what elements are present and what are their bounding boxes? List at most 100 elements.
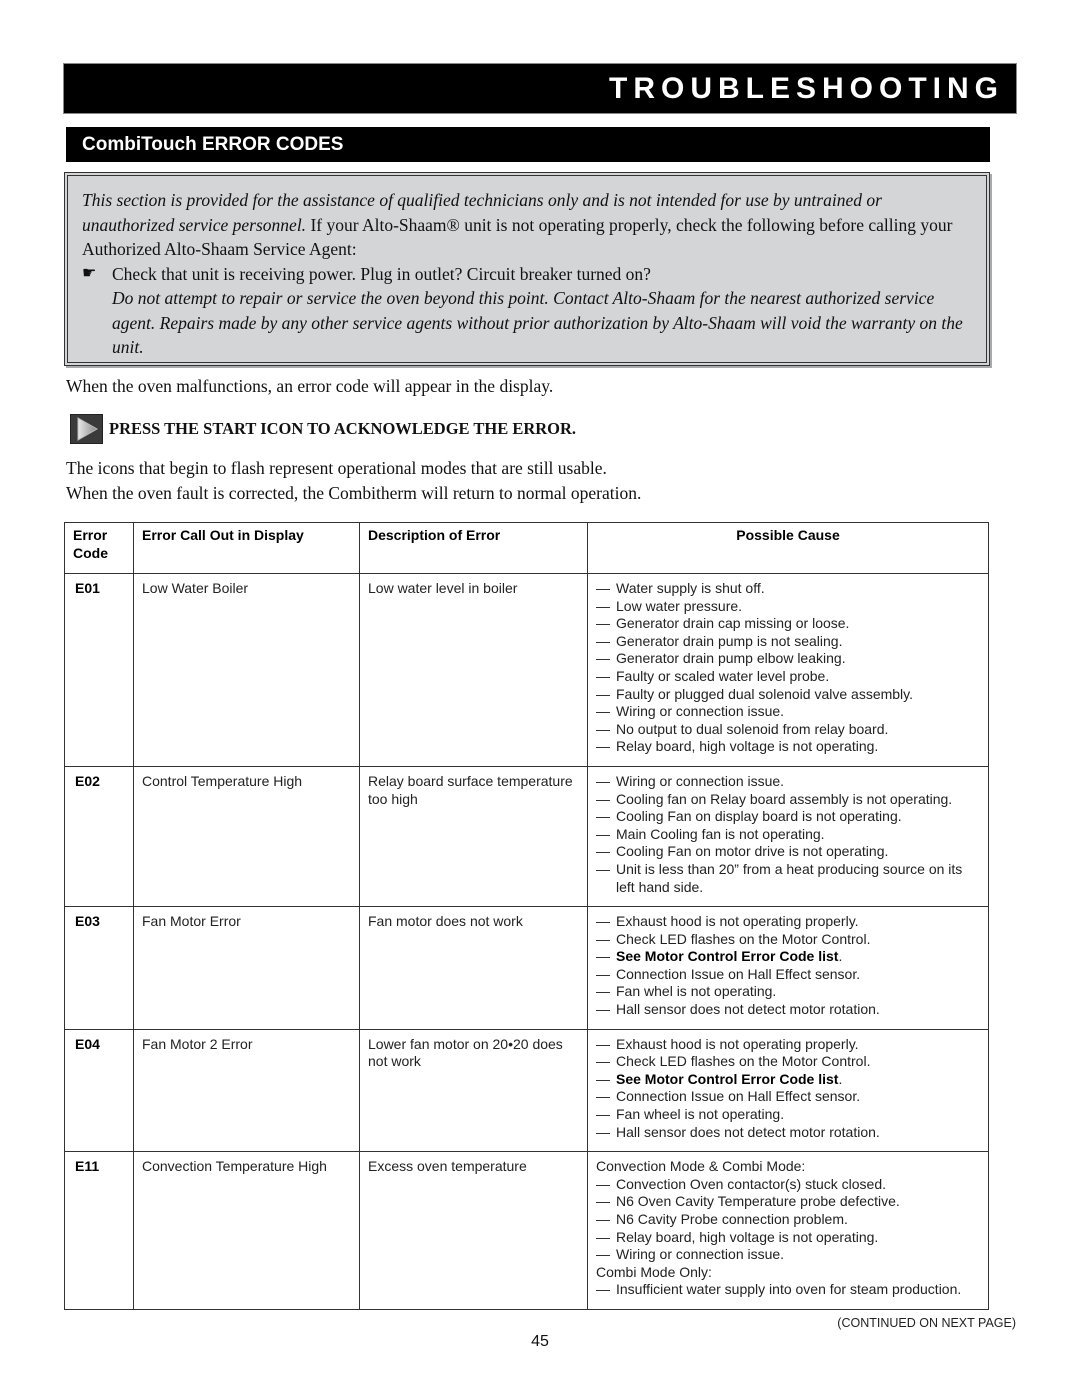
cause-item: — Relay board, high voltage is not operat… [596, 738, 980, 756]
reference-suffix: . [838, 948, 843, 965]
error-description: Excess oven temperature [359, 1151, 588, 1310]
cause-item: — Check LED flashes on the Motor Control. [596, 1053, 980, 1071]
em-dash-bullet: — [596, 808, 610, 825]
em-dash-bullet: — [596, 1053, 610, 1070]
cause-text: Water supply is shut off. [616, 580, 765, 596]
error-description: Relay board surface temperature too high [359, 765, 588, 908]
cause-heading: Combi Mode Only: [596, 1263, 712, 1280]
error-code: E11 [64, 1151, 134, 1310]
cause-item: — Check LED flashes on the Motor Control. [596, 931, 980, 949]
cause-text: Unit is less than 20” from a heat produc… [616, 860, 963, 895]
cause-item: — Connection Issue on Hall Effect sensor. [596, 966, 980, 984]
cause-text: Convection Oven contactor(s) stuck close… [616, 1175, 887, 1192]
cause-text: Generator drain pump is not sealing. [616, 632, 843, 649]
cause-text: Faulty or plugged dual solenoid valve as… [616, 685, 914, 702]
reference-suffix: . [838, 1070, 843, 1087]
error-code: E04 [64, 1028, 134, 1153]
em-dash-bullet: — [596, 983, 610, 1000]
error-codes-table: Error Code Error Call Out in Display Des… [64, 522, 989, 1310]
em-dash-bullet: — [596, 965, 610, 982]
em-dash-bullet: — [596, 1281, 610, 1298]
possible-causes: — Exhaust hood is not operating properly.… [587, 906, 989, 1030]
cause-item: — Water supply is shut off. [596, 580, 980, 598]
error-rows: E01 Low Water Boiler Low water level in bo… [64, 573, 989, 1310]
page-number: 45 [531, 1333, 549, 1350]
em-dash-bullet: — [596, 1175, 610, 1192]
em-dash-bullet: — [596, 1193, 610, 1210]
cause-reference: See Motor Control Error Code list. [616, 948, 842, 966]
table-row: E02 Control Temperature High Relay board s… [64, 765, 989, 908]
cause-text: N6 Cavity Probe connection problem. [616, 1211, 848, 1227]
header-possible-cause: Possible Cause [587, 522, 989, 574]
em-dash-bullet: — [596, 632, 610, 649]
table-row: E11 Convection Temperature High Excess ove… [64, 1151, 989, 1310]
header-error-code: Error Code [64, 522, 134, 574]
cause-item: — Wiring or connection issue. [596, 1246, 980, 1264]
em-dash-bullet: — [596, 597, 610, 614]
em-dash-bullet: — [596, 1123, 610, 1140]
em-dash-bullet: — [596, 615, 610, 632]
table-row: E01 Low Water Boiler Low water level in bo… [64, 573, 989, 767]
error-description: Lower fan motor on 20•20 does not work [359, 1028, 588, 1153]
cause-text: Cooling Fan on display board is not oper… [616, 808, 902, 825]
error-description: Low water level in boiler [359, 573, 588, 767]
header-error-callout: Error Call Out in Display [133, 522, 360, 574]
error-code: E02 [64, 765, 134, 908]
cause-item: — No output to dual solenoid from relay b… [596, 721, 980, 739]
em-dash-bullet: — [596, 790, 610, 807]
error-callout: Control Temperature High [133, 765, 360, 908]
cause-item: — N6 Oven Cavity Temperature probe defect… [596, 1193, 980, 1211]
em-dash-bullet: — [596, 825, 610, 842]
error-callout: Low Water Boiler [133, 573, 360, 767]
cause-heading: Convection Mode & Combi Mode: [596, 1158, 806, 1175]
cause-text: Connection Issue on Hall Effect sensor. [616, 965, 861, 982]
cause-text: Fan whel is not operating. [616, 983, 777, 1000]
em-dash-bullet: — [596, 720, 610, 737]
cause-text: Exhaust hood is not operating properly. [616, 1035, 859, 1052]
cause-item: — Fan wheel is not operating. [596, 1106, 980, 1124]
cause-item: — N6 Cavity Probe connection problem. [596, 1211, 980, 1229]
header-description: Description of Error [359, 522, 588, 574]
cause-text: Insufficient water supply into oven for … [616, 1281, 962, 1298]
flash-text: The icons that begin to flash represent … [66, 458, 607, 478]
possible-causes: — Exhaust hood is not operating properly.… [587, 1028, 989, 1153]
press-start-instruction: PRESS THE START ICON TO ACKNOWLEDGE THE … [70, 414, 576, 444]
notice-warning: Do not attempt to repair or service the … [112, 288, 963, 357]
pointing-hand-icon: ☛ [82, 264, 97, 282]
cause-item: — Hall sensor does not detect motor rotat… [596, 1001, 980, 1019]
cause-text: Wiring or connection issue. [616, 703, 785, 720]
em-dash-bullet: — [596, 913, 610, 930]
cause-text: N6 Oven Cavity Temperature probe defecti… [616, 1193, 900, 1210]
cause-item: — Cooling Fan on display board is not ope… [596, 808, 980, 826]
cause-item: — Unit is less than 20” from a heat produ… [596, 861, 980, 896]
possible-causes: Convection Mode & Combi Mode: — Convection… [587, 1151, 989, 1310]
error-code: E03 [64, 906, 134, 1030]
cause-item: — Cooling Fan on motor drive is not opera… [596, 843, 980, 861]
press-start-text: PRESS THE START ICON TO ACKNOWLEDGE THE … [109, 419, 577, 438]
possible-causes: — Water supply is shut off. — Low water pre… [587, 573, 989, 767]
cause-item: — Cooling fan on Relay board assembly is … [596, 791, 980, 809]
section-title-bar: CombiTouch ERROR CODES [66, 127, 990, 162]
em-dash-bullet: — [596, 1211, 610, 1227]
em-dash-bullet: — [596, 685, 610, 702]
cause-text: Hall sensor does not detect motor rotati… [616, 1123, 880, 1140]
cause-item: — Exhaust hood is not operating properly. [596, 1036, 980, 1054]
cause-text: Generator drain cap missing or loose. [616, 615, 850, 632]
cause-text: Generator drain pump elbow leaking. [616, 650, 846, 667]
cause-text: Check LED flashes on the Motor Control. [616, 1053, 871, 1070]
em-dash-bullet: — [596, 1246, 610, 1263]
cause-text: Low water pressure. [616, 597, 743, 614]
cause-item: — Faulty or scaled water level probe. [596, 668, 980, 686]
em-dash-bullet: — [596, 703, 610, 720]
cause-item: — See Motor Control Error Code list. [596, 1071, 980, 1089]
em-dash-bullet: — [596, 1228, 610, 1245]
motor-control-reference: See Motor Control Error Code list [616, 948, 839, 965]
em-dash-bullet: — [596, 667, 610, 684]
cause-text: Connection Issue on Hall Effect sensor. [616, 1088, 861, 1105]
table-row: E03 Fan Motor Error Fan motor does not wor… [64, 906, 989, 1030]
cause-item: — See Motor Control Error Code list. [596, 948, 980, 966]
cause-item: — Generator drain pump elbow leaking. [596, 650, 980, 668]
cause-text: Wiring or connection issue. [616, 1246, 785, 1263]
page-title-bar: TROUBLESHOOTING [63, 63, 1017, 114]
em-dash-bullet: — [596, 1001, 610, 1018]
